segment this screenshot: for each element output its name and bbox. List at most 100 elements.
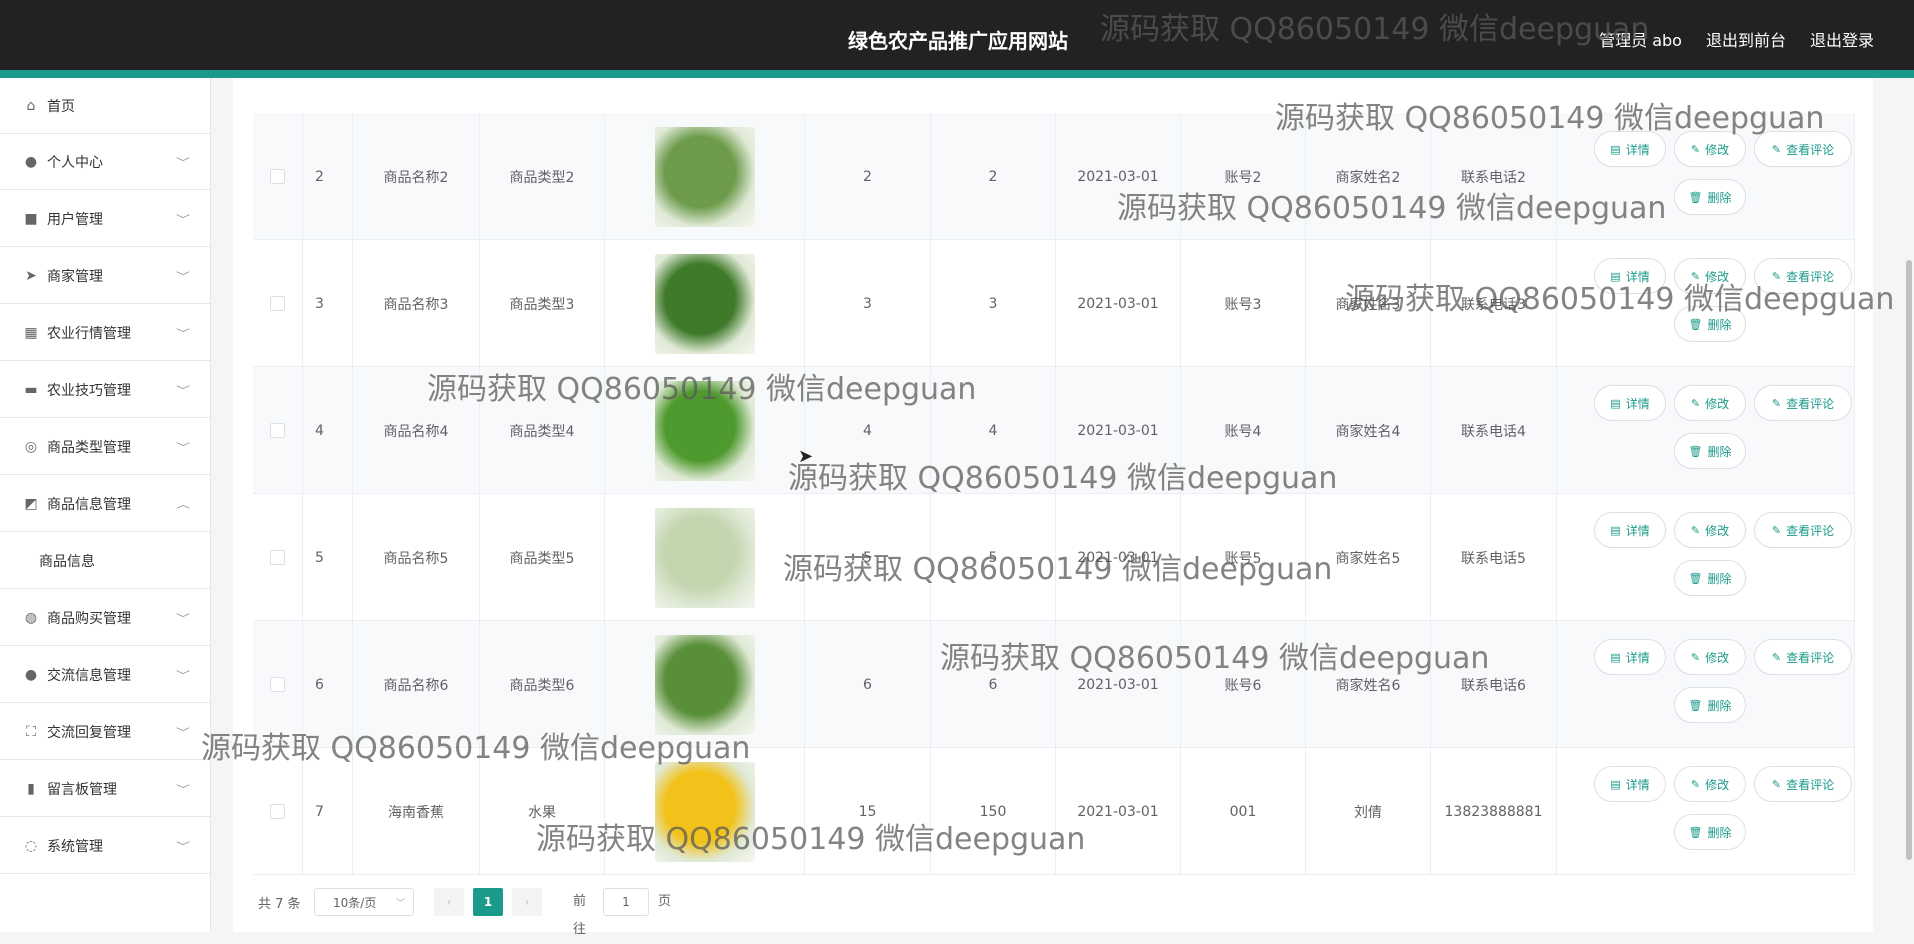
view-comments-button[interactable]: ✎ 查看评论 (1754, 131, 1852, 167)
actions-cell: ▤ 详情 ✎ 修改 ✎ 查看评论 🗑 删除 (1557, 748, 1855, 875)
sidebar-item-12[interactable]: ◌ 系统管理 ﹀ (0, 818, 210, 874)
actions-cell: ▤ 详情 ✎ 修改 ✎ 查看评论 🗑 删除 (1557, 494, 1855, 621)
detail-button[interactable]: ▤ 详情 (1594, 512, 1666, 548)
chevron-down-icon: ﹀ (176, 158, 190, 169)
edit-button[interactable]: ✎ 修改 (1674, 131, 1746, 167)
row-checkbox[interactable] (270, 804, 285, 819)
cell-merchant: 商家姓名5 (1306, 494, 1431, 621)
select-cell (253, 621, 303, 748)
goto-page-input[interactable] (603, 888, 649, 916)
delete-button[interactable]: 🗑 删除 (1674, 687, 1746, 723)
cell-name: 海南香蕉 (353, 748, 480, 875)
row-checkbox[interactable] (270, 296, 285, 311)
button-label: 查看评论 (1786, 269, 1835, 284)
detail-button[interactable]: ▤ 详情 (1594, 766, 1666, 802)
chevron-down-icon: ﹀ (176, 215, 190, 226)
next-page-button[interactable]: › (512, 888, 542, 916)
admin-user-link[interactable]: 管理员 abo (1599, 27, 1682, 51)
row-checkbox[interactable] (270, 423, 285, 438)
cell-merchant: 商家姓名3 (1306, 240, 1431, 367)
sidebar-item-7[interactable]: ◩ 商品信息管理 ︿ (0, 476, 210, 532)
button-label: 修改 (1705, 523, 1730, 538)
cell-account: 账号3 (1181, 240, 1306, 367)
cell-phone: 联系电话3 (1431, 240, 1557, 367)
goto-label: 前往 (573, 894, 587, 937)
button-label: 删除 (1707, 698, 1732, 713)
view-comments-button[interactable]: ✎ 查看评论 (1754, 766, 1852, 802)
cell-account: 账号2 (1181, 113, 1306, 240)
view-comments-button[interactable]: ✎ 查看评论 (1754, 258, 1852, 294)
pagination: 共 7 条 10条/页 ﹀ ‹ 1 › 前往 页 (258, 888, 671, 937)
delete-button[interactable]: 🗑 删除 (1674, 433, 1746, 469)
button-label: 详情 (1625, 142, 1650, 157)
delete-button[interactable]: 🗑 删除 (1674, 814, 1746, 850)
sidebar-item-9[interactable]: ● 交流信息管理 ﹀ (0, 647, 210, 703)
edit-button[interactable]: ✎ 修改 (1674, 258, 1746, 294)
sidebar-item-11[interactable]: ▮ 留言板管理 ﹀ (0, 761, 210, 817)
cell-type: 商品类型6 (480, 621, 605, 748)
prev-page-button[interactable]: ‹ (434, 888, 464, 916)
view-comments-button[interactable]: ✎ 查看评论 (1754, 639, 1852, 675)
sidebar-item-2[interactable]: ■ 用户管理 ﹀ (0, 191, 210, 247)
image-cell (605, 367, 805, 494)
detail-button[interactable]: ▤ 详情 (1594, 258, 1666, 294)
row-checkbox[interactable] (270, 550, 285, 565)
button-label: 查看评论 (1786, 523, 1835, 538)
sidebar-item-label: 农业行情管理 (47, 325, 131, 342)
document-icon: ▤ (1610, 650, 1621, 664)
page-1-button[interactable]: 1 (473, 888, 503, 916)
sidebar-item-3[interactable]: ➤ 商家管理 ﹀ (0, 248, 210, 304)
cell-merchant: 商家姓名2 (1306, 113, 1431, 240)
edit-button[interactable]: ✎ 修改 (1674, 766, 1746, 802)
sidebar-item-6[interactable]: ◎ 商品类型管理 ﹀ (0, 419, 210, 475)
button-label: 修改 (1705, 269, 1730, 284)
compass-icon: ◎ (24, 438, 38, 455)
image-cell (605, 113, 805, 240)
logout-link[interactable]: 退出登录 (1810, 27, 1874, 51)
cell-index: 5 (303, 494, 353, 621)
sidebar-item-label: 商品类型管理 (47, 439, 131, 456)
edit-button[interactable]: ✎ 修改 (1674, 512, 1746, 548)
sidebar-item-label: 首页 (47, 98, 75, 115)
header-links: 管理员 abo 退出到前台 退出登录 (1599, 27, 1874, 51)
cell-merchant: 商家姓名4 (1306, 367, 1431, 494)
chevron-down-icon: ﹀ (176, 842, 190, 853)
cell-v2: 2 (931, 113, 1056, 240)
sidebar-item-5[interactable]: ▬ 农业技巧管理 ﹀ (0, 362, 210, 418)
sidebar-item-0[interactable]: ⌂ 首页 (0, 78, 210, 134)
chat-icon: ■ (24, 210, 38, 227)
table-row: 6 商品名称6 商品类型6 6 6 2021-03-01 账号6 商家姓名6 联系电话6 ▤ 详情 ✎… (253, 621, 1855, 748)
sidebar-item-label: 商品信息管理 (47, 496, 131, 513)
cell-type: 商品类型2 (480, 113, 605, 240)
detail-button[interactable]: ▤ 详情 (1594, 131, 1666, 167)
sidebar-item-10[interactable]: ⛶ 交流回复管理 ﹀ (0, 704, 210, 760)
document-icon: ▤ (1610, 523, 1621, 537)
sidebar-item-8[interactable]: ◍ 商品购买管理 ﹀ (0, 590, 210, 646)
row-checkbox[interactable] (270, 169, 285, 184)
scrollbar-thumb[interactable] (1906, 260, 1912, 860)
view-comments-button[interactable]: ✎ 查看评论 (1754, 512, 1852, 548)
button-label: 修改 (1705, 396, 1730, 411)
actions-cell: ▤ 详情 ✎ 修改 ✎ 查看评论 🗑 删除 (1557, 621, 1855, 748)
delete-button[interactable]: 🗑 删除 (1674, 560, 1746, 596)
view-comments-button[interactable]: ✎ 查看评论 (1754, 385, 1852, 421)
edit-button[interactable]: ✎ 修改 (1674, 639, 1746, 675)
sidebar-item-1[interactable]: ● 个人中心 ﹀ (0, 134, 210, 190)
cell-v2: 6 (931, 621, 1056, 748)
edit-icon: ✎ (1771, 650, 1782, 664)
chevron-down-icon: ﹀ (176, 272, 190, 283)
cell-v2: 150 (931, 748, 1056, 875)
detail-button[interactable]: ▤ 详情 (1594, 385, 1666, 421)
cell-name: 商品名称5 (353, 494, 480, 621)
sidebar-item-4[interactable]: ▦ 农业行情管理 ﹀ (0, 305, 210, 361)
detail-button[interactable]: ▤ 详情 (1594, 639, 1666, 675)
page-size-select[interactable]: 10条/页 ﹀ (314, 888, 414, 916)
delete-button[interactable]: 🗑 删除 (1674, 306, 1746, 342)
row-checkbox[interactable] (270, 677, 285, 692)
back-to-frontend-link[interactable]: 退出到前台 (1706, 27, 1786, 51)
cell-phone: 联系电话4 (1431, 367, 1557, 494)
edit-button[interactable]: ✎ 修改 (1674, 385, 1746, 421)
delete-button[interactable]: 🗑 删除 (1674, 179, 1746, 215)
settings-icon: ◌ (24, 837, 38, 854)
sidebar-subitem-product-info[interactable]: 商品信息 (0, 533, 210, 589)
